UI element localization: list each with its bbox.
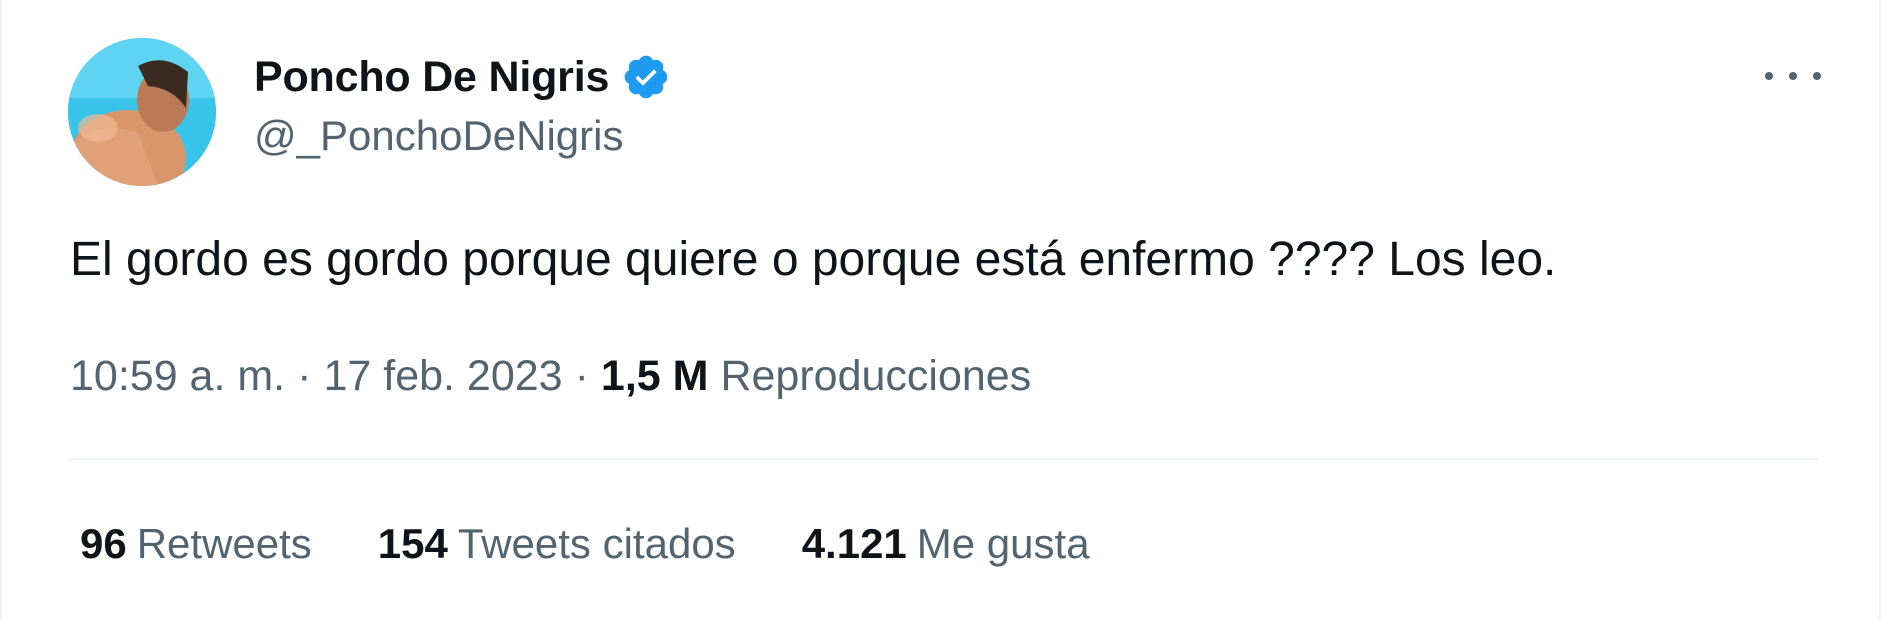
likes-count: 4.121 (801, 520, 907, 567)
more-horizontal-icon[interactable] (1765, 56, 1821, 96)
tweet-time[interactable]: 10:59 a. m. (70, 352, 285, 401)
quotes-count: 154 (377, 520, 448, 567)
tweet-stats: 96 Retweets 154 Tweets citados 4.121 Me … (80, 520, 1156, 568)
likes-label: Me gusta (916, 520, 1090, 567)
quotes-stat[interactable]: 154 Tweets citados (378, 520, 736, 568)
more-dot (1789, 72, 1797, 80)
quotes-label: Tweets citados (457, 520, 736, 567)
author-name-row: Poncho De Nigris (254, 50, 671, 104)
tweet-card: Poncho De Nigris @_PonchoDeNigris El gor… (0, 0, 1881, 620)
tweet-meta: 10:59 a. m. · 17 feb. 2023 · 1,5 M Repro… (70, 352, 1031, 401)
likes-stat[interactable]: 4.121 Me gusta (802, 520, 1090, 568)
avatar-image (68, 38, 216, 186)
meta-separator: · (297, 352, 312, 400)
tweet-date[interactable]: 17 feb. 2023 (323, 352, 562, 401)
more-dot (1765, 72, 1773, 80)
verified-badge-icon (621, 52, 671, 102)
more-dot (1813, 72, 1821, 80)
retweets-stat[interactable]: 96 Retweets (80, 520, 312, 568)
views-count: 1,5 M (600, 352, 709, 400)
avatar[interactable] (68, 38, 216, 186)
retweets-count: 96 (80, 520, 127, 567)
author-handle[interactable]: @_PonchoDeNigris (254, 112, 623, 160)
retweets-label: Retweets (136, 520, 312, 567)
author-name[interactable]: Poncho De Nigris (254, 53, 609, 102)
meta-separator: · (574, 352, 589, 400)
views-label: Reproducciones (720, 352, 1032, 400)
divider (70, 458, 1819, 460)
tweet-text: El gordo es gordo porque quiere o porque… (70, 233, 1557, 286)
